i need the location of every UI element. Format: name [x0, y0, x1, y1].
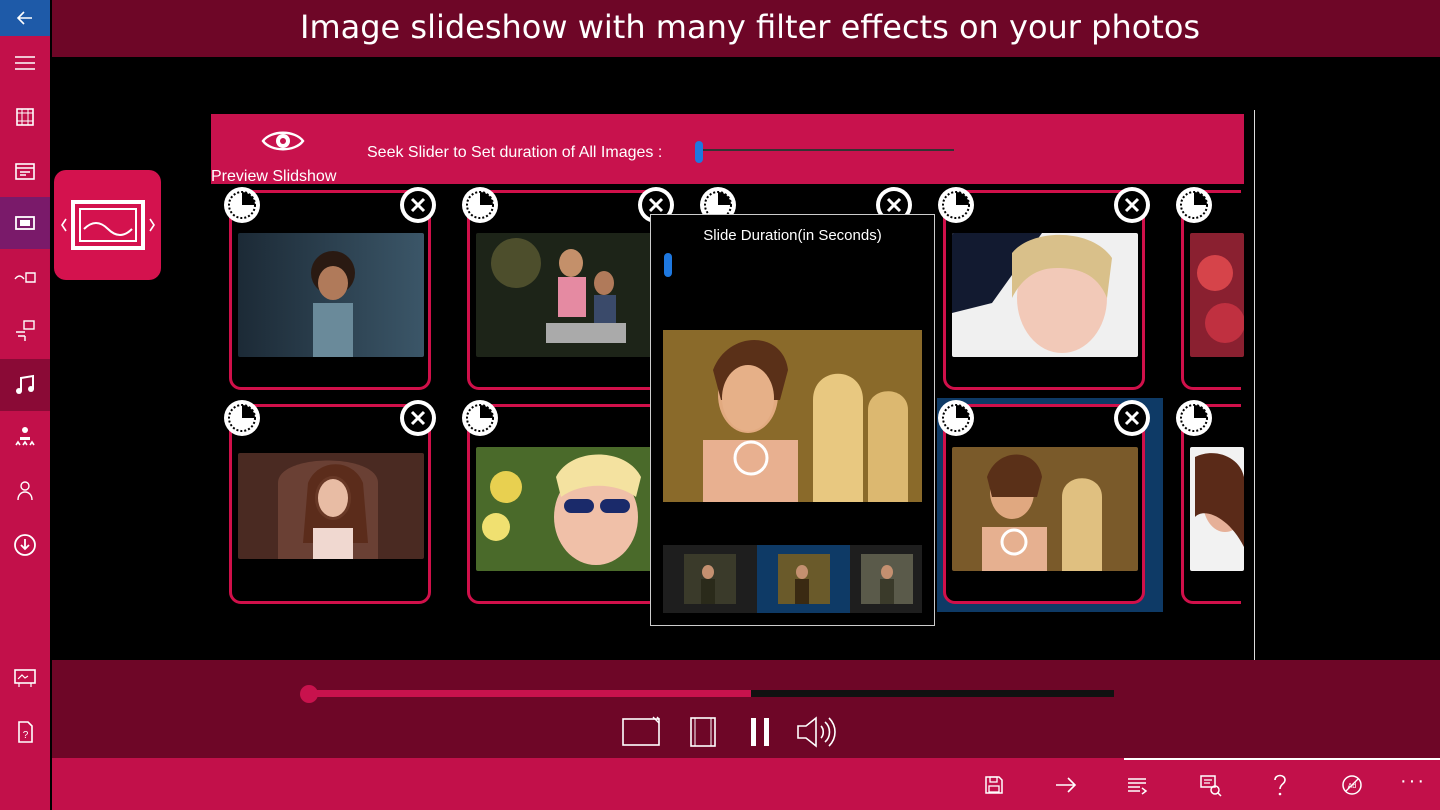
slide-duration-slider[interactable] — [664, 253, 672, 277]
back-button[interactable] — [0, 0, 50, 36]
progress-fill — [308, 690, 752, 697]
photo-upload-icon — [16, 320, 35, 341]
remove-ads-button[interactable]: Ad — [1332, 768, 1372, 802]
duration-slider-track[interactable] — [696, 149, 954, 151]
timer-icon[interactable] — [1176, 400, 1212, 436]
pause-icon — [751, 718, 769, 746]
sidebar-item-download[interactable] — [0, 519, 50, 571]
playlist-button[interactable] — [1118, 768, 1158, 802]
sidebar-item-frames[interactable] — [0, 145, 50, 197]
timer-icon[interactable] — [462, 400, 498, 436]
share-screen-button[interactable] — [1190, 768, 1230, 802]
sidebar-item-ads[interactable] — [0, 652, 50, 704]
slideshow-frame-large-icon — [60, 200, 155, 250]
strip-thumb-selected[interactable] — [757, 545, 850, 613]
aspect-ratio-icon — [622, 716, 660, 746]
save-icon — [985, 776, 1003, 794]
help-icon — [1274, 774, 1286, 796]
download-icon — [14, 534, 36, 556]
timer-icon[interactable] — [224, 187, 260, 223]
film-strip-icon — [16, 108, 34, 126]
slideshow-frame-icon — [15, 163, 35, 180]
no-ads-icon: Ad — [1342, 775, 1362, 795]
pause-button[interactable] — [738, 712, 782, 752]
command-bar: Ad ··· — [52, 758, 1440, 810]
fullscreen-button[interactable] — [681, 712, 725, 752]
sidebar: ? — [0, 0, 50, 810]
screen-share-icon — [1200, 775, 1222, 797]
close-icon[interactable] — [400, 187, 436, 223]
sidebar-item-transfer[interactable] — [0, 251, 50, 303]
player-controls — [52, 660, 1440, 758]
sidebar-item-upload[interactable] — [0, 305, 50, 357]
divider — [1124, 758, 1440, 760]
timer-icon[interactable] — [1176, 187, 1212, 223]
photo-transfer-icon — [14, 272, 36, 283]
photo-thumbnail — [1190, 447, 1244, 571]
frame-icon — [690, 717, 716, 747]
music-note-icon — [16, 374, 34, 394]
title-bar: Image slideshow with many filter effects… — [52, 0, 1440, 57]
support-agent-icon — [17, 481, 33, 501]
sidebar-item-slideshow[interactable] — [0, 197, 50, 249]
sidebar-item-support[interactable] — [0, 465, 50, 517]
photo-thumbnail — [952, 447, 1138, 571]
progress-knob[interactable] — [300, 685, 318, 703]
slideshow-tool-button[interactable] — [54, 170, 161, 280]
more-options-button[interactable]: ··· — [1400, 770, 1426, 793]
photo-thumbnail — [1190, 233, 1244, 357]
popup-preview-photo — [663, 330, 922, 502]
page-title: Image slideshow with many filter effects… — [300, 8, 1201, 46]
photo-thumbnail — [476, 447, 662, 571]
aspect-ratio-button[interactable] — [620, 712, 664, 752]
photo-thumbnail — [476, 233, 662, 357]
editor-header: Preview Slidshow Seek Slider to Set dura… — [211, 114, 1244, 186]
svg-text:Ad: Ad — [1348, 783, 1357, 790]
help-button[interactable] — [1260, 768, 1300, 802]
slideshow-active-icon — [15, 216, 35, 230]
close-icon[interactable] — [1114, 187, 1150, 223]
timer-icon[interactable] — [938, 187, 974, 223]
close-icon[interactable] — [400, 400, 436, 436]
next-button[interactable] — [1046, 768, 1086, 802]
timer-icon[interactable] — [938, 400, 974, 436]
sidebar-item-rate[interactable] — [0, 411, 50, 463]
billboard-icon — [14, 669, 36, 687]
sidebar-item-music[interactable] — [0, 359, 50, 411]
thumbnail-strip — [663, 545, 922, 613]
timer-icon[interactable] — [462, 187, 498, 223]
timer-icon[interactable] — [224, 400, 260, 436]
strip-thumb[interactable] — [851, 545, 922, 613]
slide-duration-popup: Slide Duration(in Seconds) — [650, 214, 935, 626]
popup-title: Slide Duration(in Seconds) — [703, 227, 882, 244]
seek-duration-label: Seek Slider to Set duration of All Image… — [367, 144, 663, 161]
photo-thumbnail — [952, 233, 1138, 357]
photo-thumbnail — [238, 233, 424, 357]
close-icon[interactable] — [1114, 400, 1150, 436]
people-rating-icon — [15, 427, 35, 446]
sidebar-item-video[interactable] — [0, 91, 50, 143]
help-document-icon: ? — [18, 721, 33, 743]
next-arrow-icon — [1056, 777, 1077, 793]
duration-slider-thumb[interactable] — [695, 141, 703, 163]
hamburger-menu-icon — [15, 56, 35, 70]
eye-icon[interactable] — [261, 126, 305, 156]
back-arrow-icon — [16, 11, 32, 25]
volume-icon — [797, 716, 836, 748]
photo-thumbnail — [238, 453, 424, 559]
svg-text:?: ? — [23, 730, 29, 741]
save-button[interactable] — [974, 768, 1014, 802]
menu-button[interactable] — [0, 37, 50, 89]
volume-button[interactable] — [794, 712, 838, 752]
playlist-icon — [1128, 778, 1148, 795]
sidebar-item-help[interactable]: ? — [0, 706, 50, 758]
strip-thumb[interactable] — [663, 545, 756, 613]
preview-slideshow-label[interactable]: Preview Slidshow — [211, 168, 336, 186]
